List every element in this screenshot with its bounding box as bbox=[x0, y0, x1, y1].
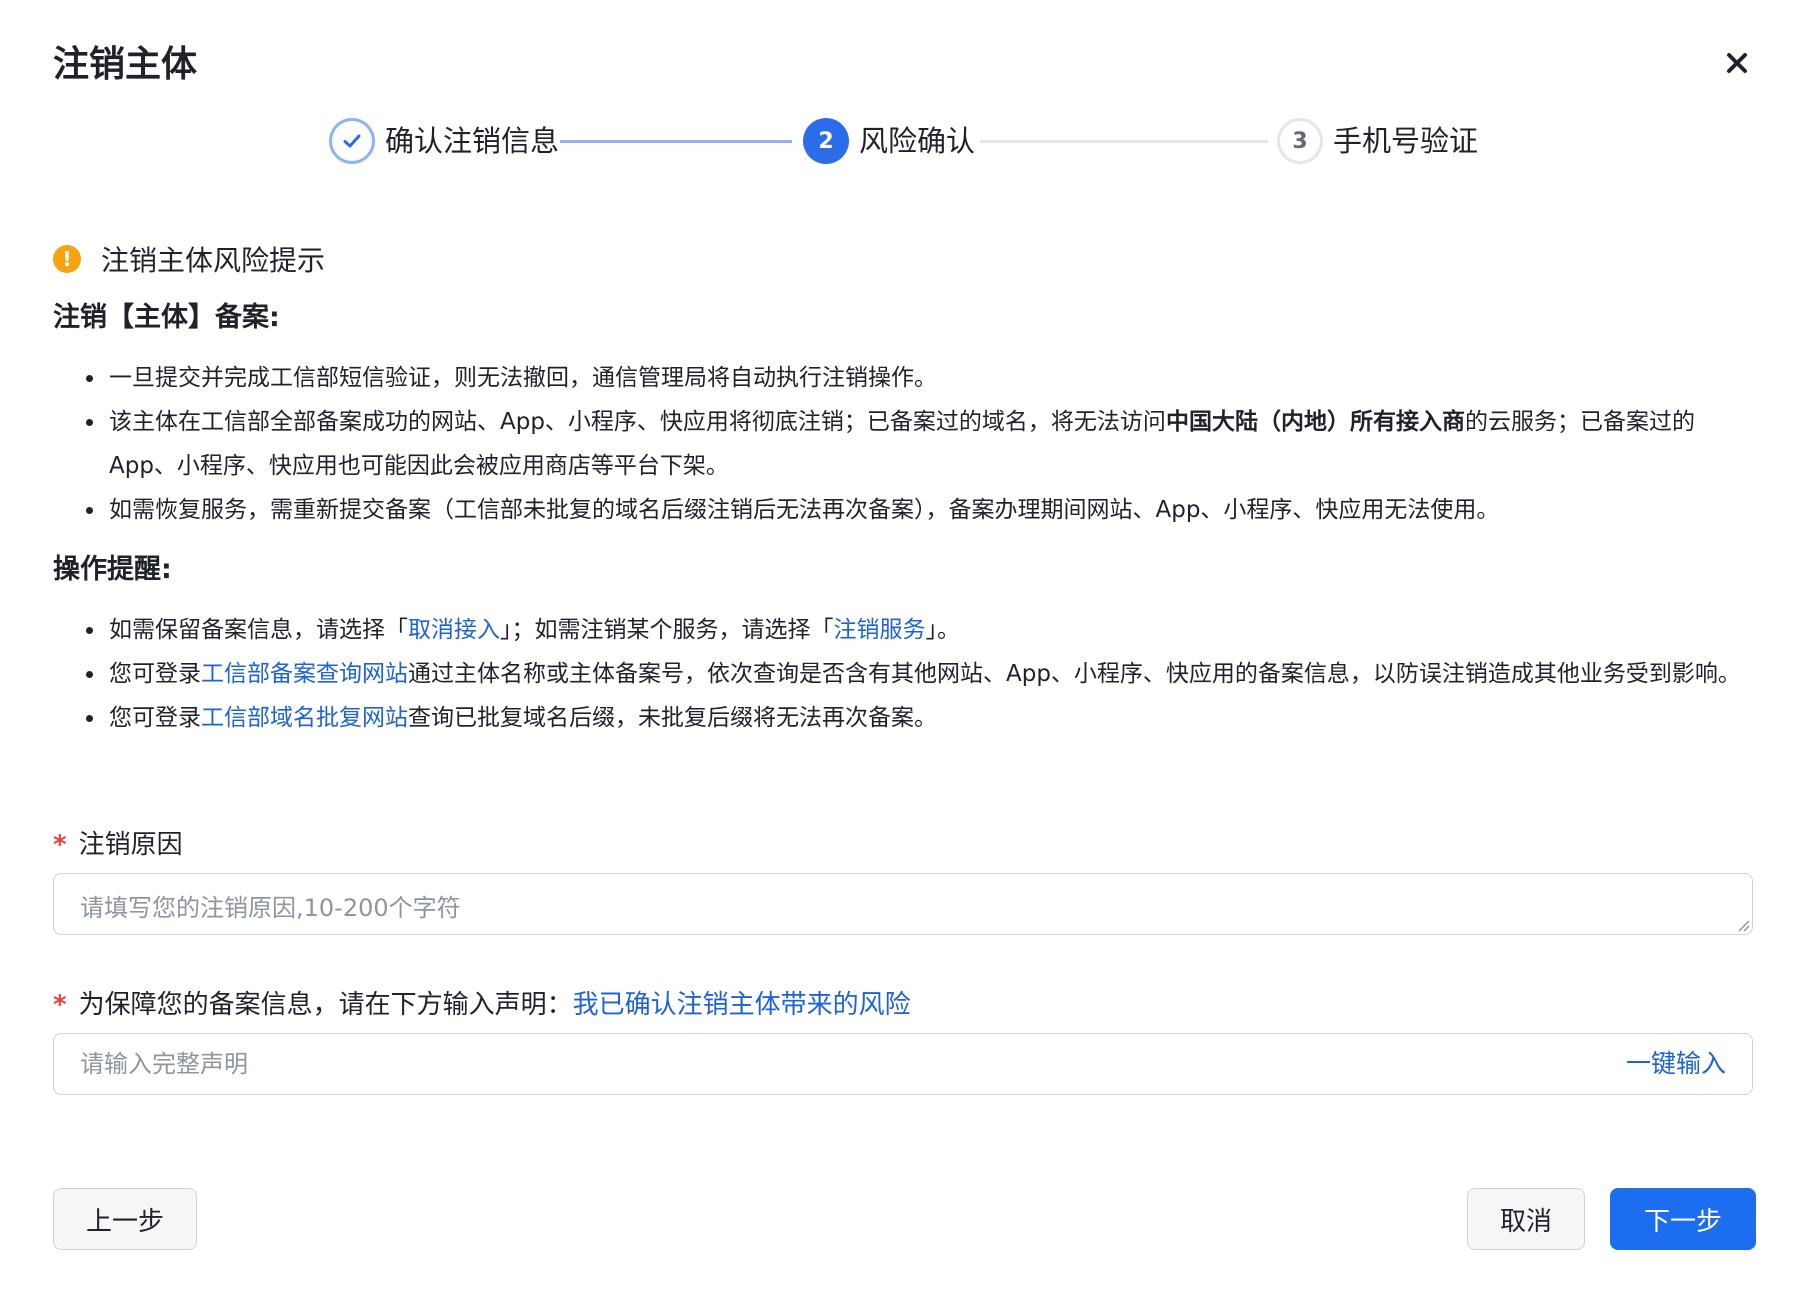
next-step-button[interactable]: 下一步 bbox=[1610, 1188, 1756, 1250]
ops-section-heading: 操作提醒: bbox=[53, 554, 172, 585]
statement-label: * 为保障您的备案信息，请在下方输入声明：我已确认注销主体带来的风险 bbox=[53, 985, 911, 1025]
deregister-dialog: 注销主体 确认注销信息 2 风险确认 3 手机号验证 ! 注销主体风险提示 注销… bbox=[0, 0, 1804, 1290]
step-2-number: 2 bbox=[803, 118, 849, 164]
resize-handle-icon[interactable] bbox=[1736, 918, 1750, 932]
ops-item-3-post: 查询已批复域名后缀，未批复后缀将无法再次备案。 bbox=[408, 705, 937, 731]
deregister-service-link[interactable]: 注销服务 bbox=[834, 617, 926, 643]
list-item: 您可登录工信部域名批复网站查询已批复域名后缀，未批复后缀将无法再次备案。 bbox=[53, 696, 1753, 740]
statement-input[interactable] bbox=[54, 1034, 1534, 1094]
risk-alert: ! 注销主体风险提示 bbox=[53, 238, 325, 280]
risk-item-3-text: 如需恢复服务，需重新提交备案（工信部未批复的域名后缀注销后无法再次备案），备案办… bbox=[109, 497, 1500, 523]
alert-text: 注销主体风险提示 bbox=[101, 244, 326, 277]
cancel-button[interactable]: 取消 bbox=[1467, 1188, 1585, 1250]
step-1-check-icon bbox=[329, 118, 375, 164]
ops-list: 如需保留备案信息，请选择「取消接入」；如需注销某个服务，请选择「注销服务」。 您… bbox=[53, 608, 1753, 740]
statement-label-text: 为保障您的备案信息，请在下方输入声明： bbox=[78, 990, 573, 1020]
step-3-label: 手机号验证 bbox=[1333, 124, 1479, 158]
prev-step-button[interactable]: 上一步 bbox=[53, 1188, 197, 1250]
close-icon[interactable] bbox=[1720, 46, 1754, 80]
cancel-access-link[interactable]: 取消接入 bbox=[408, 617, 500, 643]
ops-item-2-pre: 您可登录 bbox=[109, 661, 201, 687]
reason-label-text: 注销原因 bbox=[78, 830, 183, 860]
statement-text: 我已确认注销主体带来的风险 bbox=[572, 990, 911, 1020]
dialog-title: 注销主体 bbox=[53, 44, 198, 85]
list-item: 如需恢复服务，需重新提交备案（工信部未批复的域名后缀注销后无法再次备案），备案办… bbox=[53, 488, 1753, 532]
step-indicator: 确认注销信息 2 风险确认 3 手机号验证 bbox=[0, 112, 1804, 172]
list-item: 一旦提交并完成工信部短信验证，则无法撤回，通信管理局将自动执行注销操作。 bbox=[53, 356, 1753, 400]
miit-filing-query-link[interactable]: 工信部备案查询网站 bbox=[201, 661, 408, 687]
reason-label: * 注销原因 bbox=[53, 825, 183, 865]
list-item: 如需保留备案信息，请选择「取消接入」；如需注销某个服务，请选择「注销服务」。 bbox=[53, 608, 1753, 652]
ops-item-3-pre: 您可登录 bbox=[109, 705, 201, 731]
list-item: 该主体在工信部全部备案成功的网站、App、小程序、快应用将彻底注销；已备案过的域… bbox=[53, 400, 1753, 488]
step-1-label: 确认注销信息 bbox=[385, 124, 560, 158]
required-mark: * bbox=[53, 990, 67, 1020]
step-2-label: 风险确认 bbox=[859, 124, 976, 158]
step-3-number: 3 bbox=[1277, 118, 1323, 164]
risk-list: 一旦提交并完成工信部短信验证，则无法撤回，通信管理局将自动执行注销操作。 该主体… bbox=[53, 356, 1753, 532]
autofill-button[interactable]: 一键输入 bbox=[1626, 1034, 1726, 1094]
risk-item-1-text: 一旦提交并完成工信部短信验证，则无法撤回，通信管理局将自动执行注销操作。 bbox=[109, 365, 937, 391]
reason-textarea-wrapper bbox=[53, 873, 1753, 935]
required-mark: * bbox=[53, 830, 67, 860]
ops-item-1-post: 」。 bbox=[925, 617, 961, 643]
warning-icon: ! bbox=[53, 245, 81, 273]
ops-item-2-post: 通过主体名称或主体备案号，依次查询是否含有其他网站、App、小程序、快应用的备案… bbox=[408, 661, 1741, 687]
list-item: 您可登录工信部备案查询网站通过主体名称或主体备案号，依次查询是否含有其他网站、A… bbox=[53, 652, 1753, 696]
risk-item-2-pre: 该主体在工信部全部备案成功的网站、App、小程序、快应用将彻底注销；已备案过的域… bbox=[109, 409, 1166, 435]
miit-domain-approval-link[interactable]: 工信部域名批复网站 bbox=[201, 705, 408, 731]
step-connector-todo bbox=[980, 140, 1268, 143]
step-connector-done bbox=[560, 140, 792, 143]
ops-item-1-pre: 如需保留备案信息，请选择「 bbox=[109, 617, 408, 643]
ops-item-1-mid: 」；如需注销某个服务，请选择「 bbox=[500, 617, 834, 643]
risk-section-heading: 注销【主体】备案: bbox=[53, 302, 280, 333]
statement-input-wrapper: 一键输入 bbox=[53, 1033, 1753, 1095]
reason-textarea[interactable] bbox=[54, 874, 1752, 934]
risk-item-2-bold: 中国大陆（内地）所有接入商 bbox=[1165, 409, 1465, 435]
